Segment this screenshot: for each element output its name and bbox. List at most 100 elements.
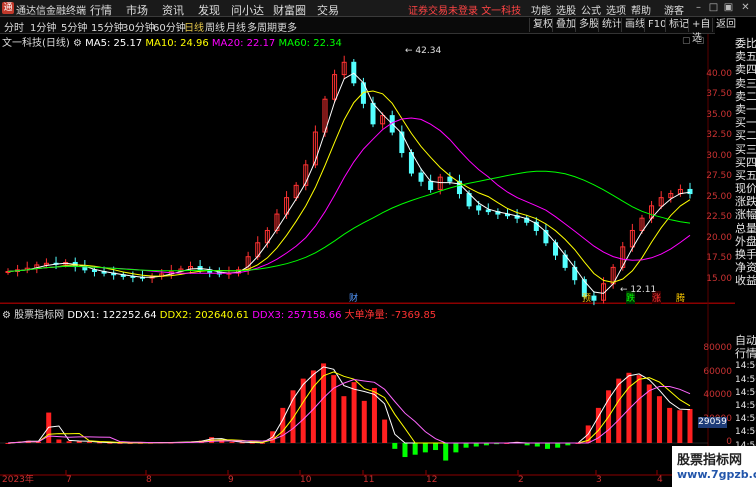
- ddx-bar: [433, 443, 439, 451]
- ddx-bar: [382, 419, 388, 443]
- x-label-11: 11: [363, 475, 375, 485]
- price-tick: 30.00: [706, 150, 732, 161]
- ddx-bar: [656, 396, 662, 443]
- x-label-12: 12: [426, 475, 438, 485]
- candle: [341, 55, 347, 80]
- candle: [43, 258, 49, 269]
- ddx-bar: [453, 443, 459, 453]
- ma10-line: [7, 90, 691, 283]
- side-item: 卖三: [735, 76, 756, 90]
- close-icon[interactable]: ✕: [739, 1, 752, 14]
- x-label-2: 2: [518, 475, 524, 485]
- tick-item: 14:56: [735, 387, 756, 398]
- current-ddx-value: 29059: [698, 417, 727, 428]
- price-tick: 17.50: [706, 253, 732, 264]
- x-label-9: 9: [228, 475, 234, 485]
- ddx-bar: [229, 441, 235, 443]
- high-price-label: ← 42.34: [405, 46, 442, 56]
- price-tick: 27.50: [706, 171, 732, 182]
- candle: [639, 214, 645, 234]
- ddx-bar: [300, 378, 306, 443]
- ddx-bar: [473, 443, 479, 447]
- side-item: 涨幅: [735, 208, 756, 222]
- ddx-bar: [351, 382, 357, 443]
- marker-soar[interactable]: 腾: [676, 291, 685, 304]
- candle: [91, 266, 97, 277]
- ddx-bar: [616, 378, 622, 443]
- price-tick: 37.50: [706, 89, 732, 100]
- tick-item: 14:56: [735, 361, 756, 372]
- tick-item: 14:56: [735, 414, 756, 425]
- ma60-line: [7, 170, 691, 272]
- x-label-3: 3: [596, 475, 602, 485]
- ddx-bar: [331, 375, 337, 443]
- side-item: 买四: [735, 155, 756, 169]
- marker-finance[interactable]: 财: [349, 291, 358, 304]
- ddx-bar: [687, 408, 693, 443]
- price-tick: 35.00: [706, 109, 732, 120]
- side-item: 买三: [735, 142, 756, 156]
- low-price-value: 12.11: [630, 285, 657, 295]
- ddx-bar: [341, 396, 347, 443]
- candle: [399, 125, 405, 158]
- side-item: 现价: [735, 182, 756, 196]
- ddx-bar: [646, 384, 652, 443]
- side-item: 委比: [735, 37, 756, 50]
- x-label-7: 7: [66, 475, 72, 485]
- ddx-bar: [443, 443, 449, 461]
- ddx-bar: [402, 443, 408, 458]
- tick-item: 行情: [735, 347, 756, 361]
- tick-item: 14:56: [735, 427, 756, 438]
- ddx-bar: [412, 443, 418, 455]
- candle: [456, 174, 462, 199]
- side-item: 涨跌: [735, 195, 756, 209]
- x-label-4: 4: [657, 475, 663, 485]
- candle: [168, 264, 174, 279]
- price-tick: 40.00: [706, 68, 732, 79]
- candle: [351, 59, 357, 87]
- kline-chart[interactable]: [0, 0, 735, 487]
- ma5-line: [7, 72, 691, 294]
- tick-item: 14:56: [735, 374, 756, 385]
- watermark-title: 股票指标网: [677, 453, 743, 468]
- candle: [543, 223, 549, 247]
- ddx-tick: 60000: [703, 366, 732, 377]
- price-tick: 22.50: [706, 212, 732, 223]
- side-item: 换手: [735, 248, 756, 261]
- price-tick: 20.00: [706, 232, 732, 243]
- side-item: 买二: [735, 129, 756, 143]
- ddx-bar: [636, 375, 642, 443]
- candle: [533, 217, 539, 236]
- price-tick: 32.50: [706, 130, 732, 141]
- ddx-bar: [392, 443, 398, 449]
- ddx-bar: [86, 441, 92, 443]
- side-item: 总量: [735, 221, 756, 235]
- candle: [149, 273, 155, 283]
- ddx-tick: 80000: [703, 343, 732, 354]
- candle: [687, 182, 693, 199]
- side-item: 卖五: [735, 50, 756, 64]
- side-item: 卖四: [735, 63, 756, 77]
- x-label-2023: 2023年: [2, 475, 34, 485]
- ma20-line: [7, 117, 691, 274]
- x-label-10: 10: [300, 475, 312, 485]
- price-tick: 15.00: [706, 273, 732, 284]
- candle: [274, 209, 280, 234]
- side-item: 卖一: [735, 102, 756, 116]
- candle: [495, 208, 501, 219]
- ddx-bar: [667, 407, 673, 443]
- low-price-label: ← 12.11: [620, 285, 657, 295]
- ddx-tick: 40000: [703, 390, 732, 401]
- ddx-bar: [56, 439, 62, 443]
- ddx-bar: [361, 400, 367, 443]
- candle: [572, 260, 578, 285]
- price-tick: 25.00: [706, 191, 732, 202]
- side-item: 外盘: [735, 234, 756, 248]
- side-item: 买一: [735, 116, 756, 130]
- x-label-8: 8: [146, 475, 152, 485]
- order-book-panel: 委比 卖五 卖四 卖三 卖二 卖一 买一 买二 买三 买四 买五 现价 涨跌 涨幅 总量 外盘 换手 净资 收益: [735, 37, 756, 288]
- watermark-url: www.7gpzb.com: [677, 468, 756, 481]
- marker-forecast[interactable]: 预: [582, 291, 591, 304]
- ddx-bar: [555, 443, 561, 448]
- candle: [524, 214, 530, 226]
